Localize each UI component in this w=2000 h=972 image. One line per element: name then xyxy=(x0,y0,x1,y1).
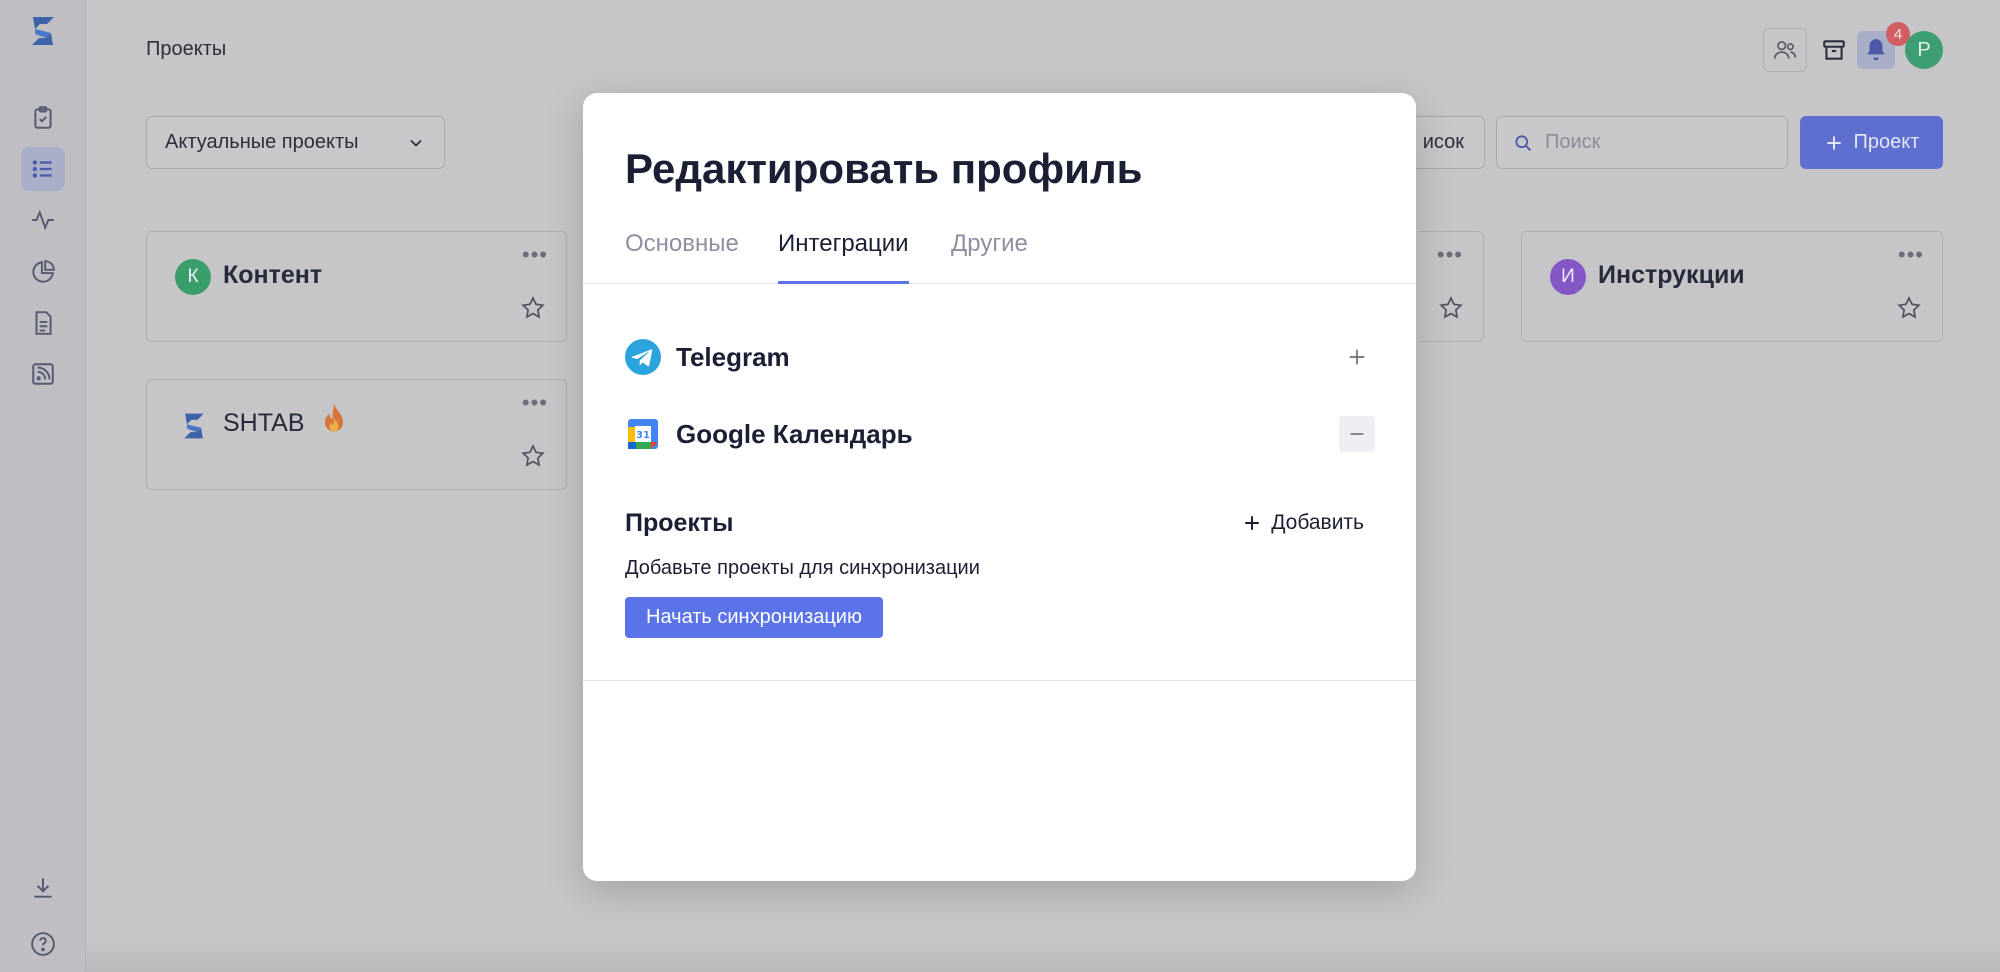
search-icon xyxy=(1515,134,1532,151)
download-icon xyxy=(34,878,52,898)
modal-tabs: Основные Интеграции Другие xyxy=(583,223,1416,284)
page-title: Проекты xyxy=(146,38,227,60)
project-card[interactable]: И Инструкции ••• xyxy=(1521,231,1943,342)
shtab-logo-icon[interactable] xyxy=(27,14,59,48)
add-projects-button[interactable]: Добавить xyxy=(1243,511,1364,535)
tab-general[interactable]: Основные xyxy=(625,223,739,284)
more-options-icon[interactable]: ••• xyxy=(1437,242,1463,268)
pie-chart-icon xyxy=(32,260,55,283)
project-avatar: И xyxy=(1550,259,1586,295)
bell-icon xyxy=(1867,39,1885,61)
add-projects-label: Добавить xyxy=(1271,511,1364,534)
plus-icon xyxy=(1245,516,1259,530)
calendar-day-text: 31 xyxy=(636,430,650,441)
add-project-button[interactable]: Проект xyxy=(1800,116,1943,169)
star-icon[interactable] xyxy=(520,295,546,321)
user-avatar[interactable]: Р xyxy=(1905,31,1943,69)
more-options-icon[interactable]: ••• xyxy=(1898,242,1924,268)
add-integration-button[interactable] xyxy=(1339,339,1375,375)
sidebar-item-tasks[interactable] xyxy=(21,96,65,140)
project-name: SHTAB xyxy=(223,409,305,437)
minus-icon xyxy=(1350,433,1364,435)
sidebar-item-help[interactable] xyxy=(21,922,65,966)
sidebar-item-projects[interactable] xyxy=(21,147,65,191)
sync-description: Добавьте проекты для синхронизации xyxy=(625,557,980,579)
archive-button[interactable] xyxy=(1812,28,1856,72)
sidebar-item-feeds[interactable] xyxy=(21,352,65,396)
remove-integration-button[interactable] xyxy=(1339,416,1375,452)
activity-icon xyxy=(32,209,54,231)
projects-section-title: Проекты xyxy=(625,509,734,537)
plus-icon xyxy=(1349,349,1365,365)
project-name: Инструкции xyxy=(1598,261,1745,289)
add-project-label: Проект xyxy=(1853,131,1920,153)
project-card[interactable]: SHTAB ••• xyxy=(146,379,567,490)
start-sync-button[interactable]: Начать синхронизацию xyxy=(625,597,883,638)
tab-other[interactable]: Другие xyxy=(951,223,1028,284)
more-options-icon[interactable]: ••• xyxy=(522,390,548,416)
telegram-icon xyxy=(625,339,661,375)
tab-integrations[interactable]: Интеграции xyxy=(778,223,909,284)
project-card[interactable]: К Контент ••• xyxy=(146,231,567,342)
integration-name: Google Календарь xyxy=(676,418,913,449)
edit-profile-modal: Редактировать профиль Основные Интеграци… xyxy=(583,93,1416,881)
users-icon xyxy=(1773,41,1797,59)
project-avatar: К xyxy=(175,259,211,295)
clipboard-check-icon xyxy=(34,106,52,129)
filter-select-value: Актуальные проекты xyxy=(165,131,359,153)
bottom-shade xyxy=(86,940,2000,972)
sidebar-item-download[interactable] xyxy=(21,866,65,910)
project-name: Контент xyxy=(223,261,323,289)
star-icon[interactable] xyxy=(1896,295,1922,321)
members-button[interactable] xyxy=(1763,28,1807,72)
plus-icon xyxy=(1826,135,1841,150)
more-options-icon[interactable]: ••• xyxy=(522,242,548,268)
star-icon[interactable] xyxy=(1438,295,1464,321)
document-icon xyxy=(35,311,52,335)
modal-divider xyxy=(583,680,1416,681)
star-icon[interactable] xyxy=(520,443,546,469)
shtab-logo-icon xyxy=(184,413,204,439)
integration-telegram: Telegram xyxy=(625,337,1375,377)
projects-filter-select[interactable]: Актуальные проекты xyxy=(146,116,445,169)
fire-icon xyxy=(324,403,344,432)
search-placeholder: Поиск xyxy=(1545,131,1601,153)
sidebar-item-documents[interactable] xyxy=(21,301,65,345)
sidebar xyxy=(0,0,86,972)
rss-icon xyxy=(32,363,54,385)
google-calendar-icon: 31 xyxy=(628,419,658,449)
sidebar-item-activity[interactable] xyxy=(21,198,65,242)
list-view-label: исок xyxy=(1422,131,1464,153)
modal-title: Редактировать профиль xyxy=(625,145,1143,192)
integration-name: Telegram xyxy=(676,341,790,372)
chevron-down-icon xyxy=(410,139,422,147)
search-input[interactable]: Поиск xyxy=(1496,116,1788,169)
sidebar-item-reports[interactable] xyxy=(21,250,65,294)
integration-google-calendar: 31 Google Календарь xyxy=(625,414,1375,454)
list-icon xyxy=(32,160,52,178)
project-card-partial[interactable]: ••• xyxy=(1420,231,1484,342)
archive-icon xyxy=(1823,40,1845,60)
help-icon xyxy=(31,932,55,956)
